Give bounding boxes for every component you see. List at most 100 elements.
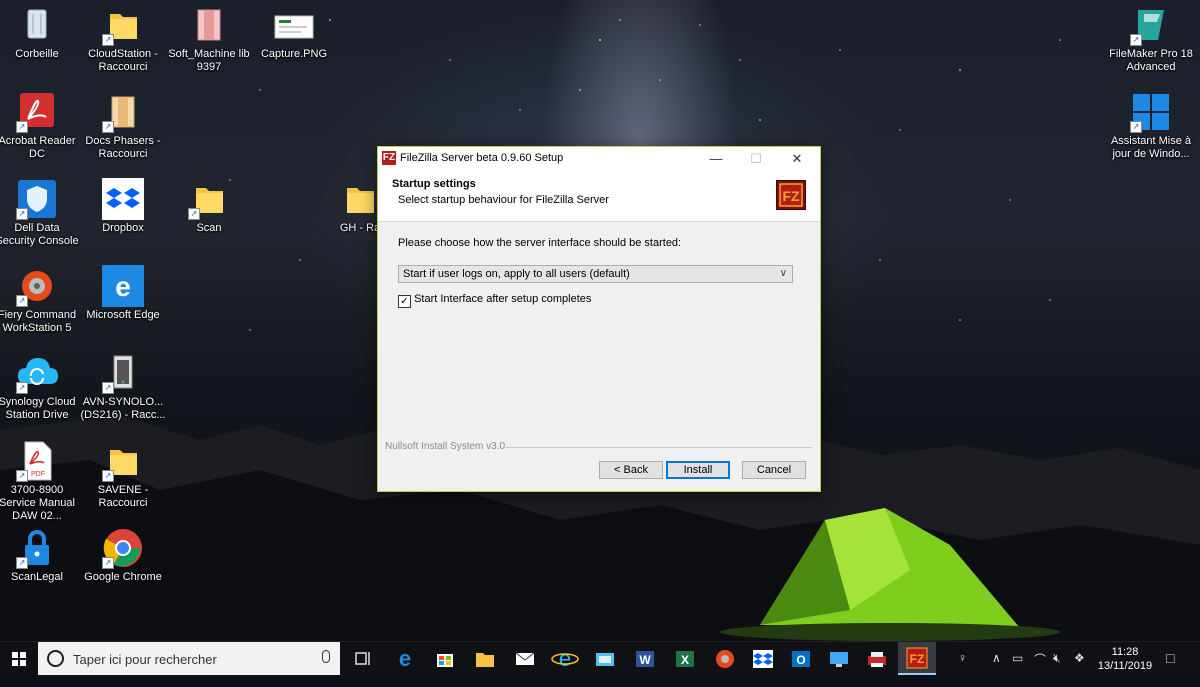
minimize-button[interactable]: — [696, 147, 736, 171]
printer-icon [868, 652, 886, 667]
taskbar-dropbox-button[interactable] [744, 642, 782, 675]
desktop-icon-docs-phasers[interactable]: ↗ Docs Phasers - Raccourci [80, 91, 166, 161]
taskbar-word-button[interactable]: W [626, 642, 664, 675]
taskbar-store-button[interactable] [426, 642, 464, 675]
taskbar-outlook-button[interactable]: O [782, 642, 820, 675]
desktop-icon-label: Corbeille [15, 48, 59, 60]
desktop-icon-recycle-bin[interactable]: Corbeille [0, 4, 80, 61]
chevron-up-icon[interactable]: ∧ [992, 651, 1001, 665]
desktop-icon-service-manual[interactable]: PDF ↗ 3700-8900 Service Manual DAW 02... [0, 440, 80, 523]
cancel-button[interactable]: Cancel [742, 461, 806, 479]
header-subtitle: Select startup behaviour for FileZilla S… [398, 194, 609, 206]
control-panel-icon [596, 653, 614, 666]
shortcut-arrow-icon: ↗ [1130, 121, 1142, 133]
wifi-icon[interactable]: ⌒ [1034, 651, 1046, 668]
recycle-bin-icon [16, 4, 58, 46]
start-interface-option[interactable]: ✓ Start Interface after setup completes [398, 293, 591, 308]
taskbar-clock[interactable]: 11:28 13/11/2019 [1092, 645, 1158, 673]
taskbar-fiery-button[interactable] [706, 642, 744, 675]
desktop-icon-capture-png[interactable]: Capture.PNG [251, 4, 337, 61]
close-button[interactable]: ✕ [777, 147, 817, 171]
taskbar-explorer-button[interactable] [466, 642, 504, 675]
taskbar-remote-button[interactable] [820, 642, 858, 675]
taskbar-excel-button[interactable]: X [666, 642, 704, 675]
start-interface-label: Start Interface after setup completes [414, 293, 592, 305]
chevron-down-icon: ∨ [779, 268, 787, 279]
svg-text:PDF: PDF [31, 471, 45, 478]
shortcut-arrow-icon: ↗ [16, 382, 28, 394]
shield-icon: ↗ [16, 178, 58, 220]
people-icon[interactable]: ♀ [958, 651, 967, 665]
desktop-icon-avn-synology[interactable]: ↗ AVN-SYNOLO... (DS216) - Racc... [80, 352, 166, 422]
zip-folder-icon: ↗ [102, 91, 144, 133]
microphone-icon[interactable] [322, 650, 330, 663]
desktop-icon-scan[interactable]: ↗ Scan [166, 178, 252, 235]
desktop-icon-dell-data-security[interactable]: ↗ Dell Data Security Console [0, 178, 80, 248]
filezilla-icon: FZ [906, 647, 928, 669]
fiery-icon [716, 650, 734, 668]
taskbar-ie-button[interactable]: e [546, 642, 584, 675]
startup-mode-select[interactable]: Start if user logs on, apply to all user… [398, 265, 793, 283]
desktop-icon-filemaker[interactable]: ↗ FileMaker Pro 18 Advanced [1108, 4, 1194, 74]
desktop-icon-scanlegal[interactable]: ↗ ScanLegal [0, 527, 80, 584]
shortcut-arrow-icon: ↗ [102, 470, 114, 482]
svg-text:e: e [559, 646, 571, 671]
folder-icon: ↗ [102, 4, 144, 46]
filezilla-logo-icon: FZ [776, 180, 806, 210]
nas-drive-icon: ↗ [102, 352, 144, 394]
dropbox-icon [102, 178, 144, 220]
desktop-icon-fiery-command[interactable]: ↗ Fiery Command WorkStation 5 [0, 265, 80, 335]
dropbox-tray-icon[interactable]: ❖ [1074, 651, 1085, 665]
taskbar-search-box[interactable]: Taper ici pour rechercher [38, 642, 340, 675]
taskbar: Taper ici pour rechercher e e W X O FZ ♀… [0, 641, 1200, 675]
search-placeholder: Taper ici pour rechercher [73, 652, 217, 667]
internet-explorer-icon: e [551, 646, 579, 671]
filemaker-icon: ↗ [1130, 4, 1172, 46]
start-interface-checkbox[interactable]: ✓ [398, 295, 411, 308]
shortcut-arrow-icon: ↗ [188, 208, 200, 220]
shortcut-arrow-icon: ↗ [16, 121, 28, 133]
folder-icon: ↗ [188, 178, 230, 220]
desktop-icon-google-chrome[interactable]: ↗ Google Chrome [80, 527, 166, 584]
desktop-icon-savene[interactable]: ↗ SAVENE - Raccourci [80, 440, 166, 510]
desktop-icon-microsoft-edge[interactable]: e Microsoft Edge [80, 265, 166, 322]
notifications-icon[interactable]: □ [1166, 650, 1174, 666]
zip-folder-icon [188, 4, 230, 46]
desktop-icon-label: CloudStation - Raccourci [88, 48, 158, 73]
taskbar-filezilla-button[interactable]: FZ [898, 642, 936, 675]
desktop-icon-label: Dell Data Security Console [0, 222, 79, 247]
shortcut-arrow-icon: ↗ [102, 34, 114, 46]
desktop-icon-soft-machine[interactable]: Soft_Machine lib 9397 [166, 4, 252, 74]
desktop-icon-dropbox[interactable]: Dropbox [80, 178, 166, 235]
desktop-icon-label: Docs Phasers - Raccourci [85, 135, 161, 160]
desktop-icon-label: Microsoft Edge [86, 309, 160, 321]
excel-icon: X [676, 651, 694, 667]
edge-icon: e [102, 265, 144, 307]
image-file-icon [273, 4, 315, 46]
store-icon [437, 654, 453, 667]
desktop-icon-label: Dropbox [102, 222, 144, 234]
desktop-icon-windows-update-assistant[interactable]: ↗ Assistant Mise à jour de Windo... [1108, 91, 1194, 161]
install-button[interactable]: Install [666, 461, 730, 479]
desktop-icon-acrobat-reader[interactable]: ↗ Acrobat Reader DC [0, 91, 80, 161]
startup-mode-value: Start if user logs on, apply to all user… [403, 268, 630, 280]
taskbar-edge-button[interactable]: e [386, 642, 424, 675]
svg-text:X: X [681, 653, 689, 667]
dialog-titlebar[interactable]: FZ FileZilla Server beta 0.9.60 Setup — … [378, 147, 820, 171]
folder-icon: ↗ [102, 440, 144, 482]
taskbar-app-button[interactable] [586, 642, 624, 675]
task-view-button[interactable] [344, 642, 382, 675]
desktop-icon-synology-cloud[interactable]: ↗ Synology Cloud Station Drive [0, 352, 80, 422]
taskbar-printer-button[interactable] [858, 642, 896, 675]
chrome-icon: ↗ [102, 527, 144, 569]
battery-icon[interactable]: ▭ [1012, 651, 1023, 665]
footer-divider [506, 447, 812, 448]
back-button[interactable]: < Back [599, 461, 663, 479]
filezilla-app-icon: FZ [382, 151, 396, 165]
desktop-icon-cloudstation[interactable]: ↗ CloudStation - Raccourci [80, 4, 166, 74]
desktop-icon-label: ScanLegal [11, 571, 63, 583]
volume-muted-icon[interactable]: 🔇︎ [1053, 651, 1061, 666]
desktop-icon-label: Fiery Command WorkStation 5 [0, 309, 77, 334]
taskbar-mail-button[interactable] [506, 642, 544, 675]
start-button[interactable] [0, 642, 38, 675]
